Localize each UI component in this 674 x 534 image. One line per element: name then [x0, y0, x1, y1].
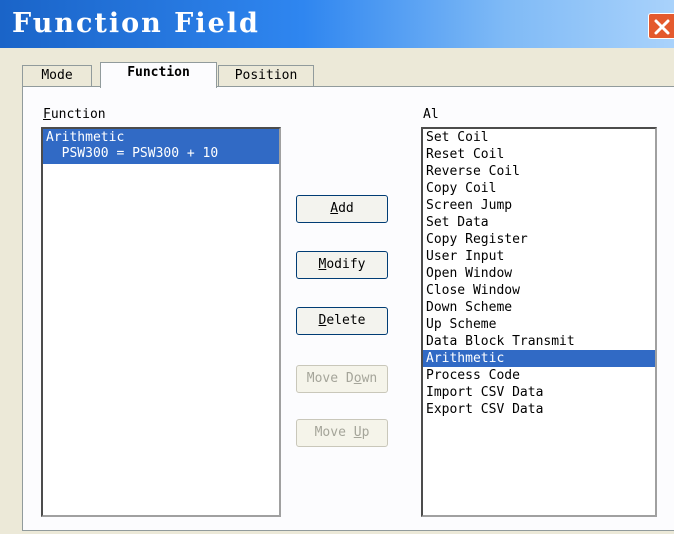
function-list[interactable]: Arithmetic PSW300 = PSW300 + 10	[41, 127, 281, 517]
function-list-label: Function	[43, 107, 106, 122]
list-item[interactable]: Down Scheme	[423, 299, 655, 316]
list-item-selected[interactable]: Arithmetic	[423, 350, 655, 367]
tab-panel: Function Arithmetic PSW300 = PSW300 + 10…	[22, 86, 674, 531]
move-down-button[interactable]: Move Down	[296, 365, 388, 393]
all-list-label: Al	[423, 107, 439, 122]
tab-mode[interactable]: Mode	[22, 65, 92, 87]
list-item[interactable]: Data Block Transmit	[423, 333, 655, 350]
title-bar: Function Field	[0, 0, 674, 48]
list-item[interactable]: Set Data	[423, 214, 655, 231]
list-item[interactable]: Reverse Coil	[423, 163, 655, 180]
list-item[interactable]: Up Scheme	[423, 316, 655, 333]
window-title: Function Field	[12, 8, 260, 39]
list-item[interactable]: Close Window	[423, 282, 655, 299]
list-item[interactable]: Copy Register	[423, 231, 655, 248]
function-item-name: Arithmetic	[46, 130, 125, 145]
list-item[interactable]: Export CSV Data	[423, 401, 655, 418]
list-item[interactable]: Copy Coil	[423, 180, 655, 197]
add-button[interactable]: Add	[296, 195, 388, 223]
close-button[interactable]	[648, 13, 674, 39]
list-item[interactable]: Reset Coil	[423, 146, 655, 163]
function-item-expression: PSW300 = PSW300 + 10	[46, 146, 219, 161]
list-item[interactable]: Import CSV Data	[423, 384, 655, 401]
list-item[interactable]: User Input	[423, 248, 655, 265]
function-list-item[interactable]: Arithmetic PSW300 = PSW300 + 10	[43, 129, 279, 164]
close-icon	[654, 19, 670, 35]
all-functions-list[interactable]: Set Coil Reset Coil Reverse Coil Copy Co…	[421, 127, 657, 517]
list-item[interactable]: Screen Jump	[423, 197, 655, 214]
list-item[interactable]: Process Code	[423, 367, 655, 384]
tab-function[interactable]: Function	[100, 62, 217, 88]
tab-position[interactable]: Position	[218, 65, 314, 87]
list-item[interactable]: Open Window	[423, 265, 655, 282]
list-item[interactable]: Set Coil	[423, 129, 655, 146]
move-up-button[interactable]: Move Up	[296, 419, 388, 447]
modify-button[interactable]: Modify	[296, 251, 388, 279]
delete-button[interactable]: Delete	[296, 307, 388, 335]
dialog-client: Mode Function Position Function Arithmet…	[0, 48, 674, 534]
